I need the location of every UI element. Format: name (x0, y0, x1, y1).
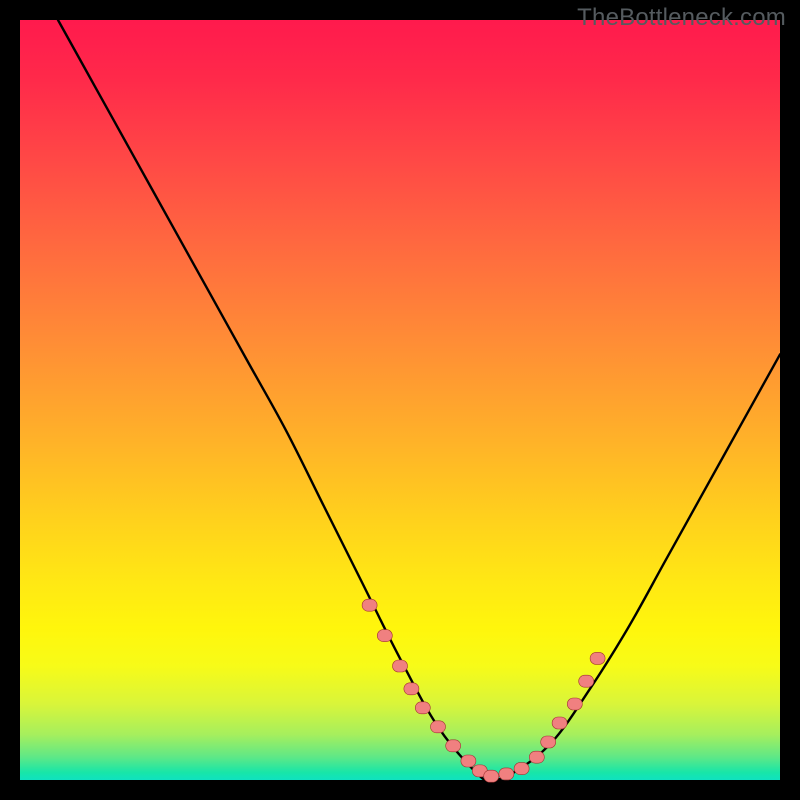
outer-frame: TheBottleneck.com (0, 0, 800, 800)
marker-dot (514, 763, 529, 775)
marker-dot (377, 630, 392, 642)
marker-dot (567, 698, 582, 710)
marker-dot (362, 599, 377, 611)
marker-dot (404, 683, 419, 695)
marker-dot (541, 736, 556, 748)
marker-dot (529, 751, 544, 763)
marker-dot (484, 770, 499, 782)
watermark-text: TheBottleneck.com (577, 4, 786, 32)
highlight-dots (362, 599, 605, 782)
bottleneck-curve (58, 20, 780, 780)
marker-dot (579, 675, 594, 687)
gradient-plot-area (20, 20, 780, 780)
marker-dot (415, 702, 430, 714)
marker-dot (461, 755, 476, 767)
marker-dot (393, 660, 408, 672)
marker-dot (590, 652, 605, 664)
chart-svg (20, 20, 780, 780)
marker-dot (446, 740, 461, 752)
marker-dot (552, 717, 567, 729)
marker-dot (431, 721, 446, 733)
marker-dot (499, 768, 514, 780)
